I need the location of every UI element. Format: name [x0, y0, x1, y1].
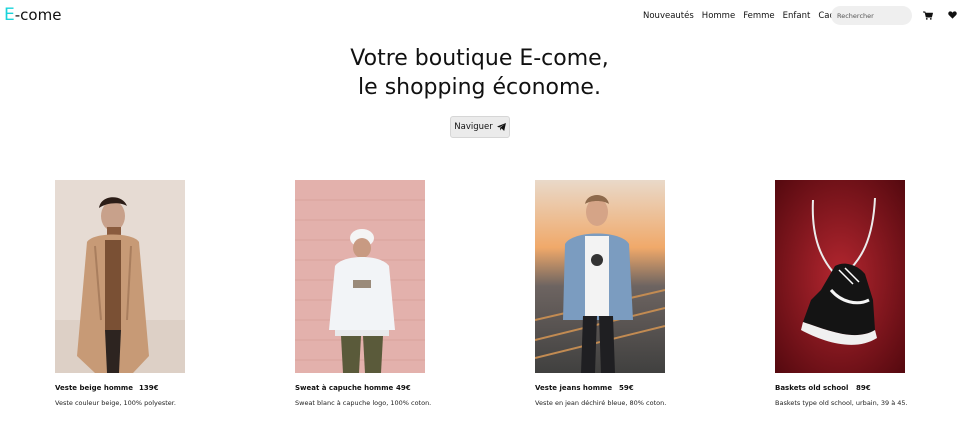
product-image-sneaker[interactable]	[775, 180, 905, 373]
brand-logo-accent: E	[4, 5, 15, 25]
product-card[interactable]: Sweat à capuche homme 49€ Sweat blanc à …	[295, 180, 465, 407]
product-card[interactable]: Veste jeans homme 59€ Veste en jean déch…	[535, 180, 705, 407]
product-image-white-hoodie[interactable]	[295, 180, 425, 373]
nav-link-nouveautes[interactable]: Nouveautés	[643, 11, 694, 21]
product-image-beige-coat[interactable]	[55, 180, 185, 373]
product-name: Veste jeans homme	[535, 384, 613, 392]
product-name: Baskets old school	[775, 384, 849, 392]
product-price: 139€	[139, 384, 159, 392]
nav-link-homme[interactable]: Homme	[702, 11, 735, 21]
product-info-row: Baskets old school 89€	[775, 384, 945, 392]
brand-logo-text: -come	[14, 6, 62, 24]
product-name: Veste beige homme	[55, 384, 133, 392]
product-info-row: Veste jeans homme 59€	[535, 384, 705, 392]
brand-logo[interactable]: E-come	[4, 5, 61, 25]
navigate-button-label: Naviguer	[454, 122, 493, 132]
product-info-row: Sweat à capuche homme 49€	[295, 384, 465, 392]
paper-plane-icon	[496, 123, 506, 131]
hero-title-line-1: Votre boutique E-come,	[350, 46, 609, 71]
product-name: Sweat à capuche homme	[295, 384, 394, 392]
nav-link-femme[interactable]: Femme	[743, 11, 774, 21]
main-nav: Nouveautés Homme Femme Enfant Cadeaux	[643, 11, 856, 21]
navigate-button[interactable]: Naviguer	[450, 116, 510, 138]
cart-icon[interactable]	[922, 9, 934, 21]
product-grid: Veste beige homme 139€ Veste couleur bei…	[0, 180, 959, 420]
product-description: Veste en jean déchiré bleue, 80% coton.	[535, 399, 667, 407]
heart-icon[interactable]	[946, 9, 958, 21]
product-price: 89€	[856, 384, 871, 392]
product-price: 49€	[396, 384, 411, 392]
product-price: 59€	[619, 384, 634, 392]
product-description: Baskets type old school, urbain, 39 à 45…	[775, 399, 908, 407]
product-card[interactable]: Baskets old school 89€ Baskets type old …	[775, 180, 945, 407]
hero-title-line-2: le shopping économe.	[358, 75, 601, 100]
product-image-denim-jacket[interactable]	[535, 180, 665, 373]
product-card[interactable]: Veste beige homme 139€ Veste couleur bei…	[55, 180, 225, 407]
product-description: Veste couleur beige, 100% polyester.	[55, 399, 176, 407]
search-input[interactable]	[831, 6, 912, 25]
hero-section: Votre boutique E-come, le shopping écono…	[0, 44, 959, 138]
navbar: E-come Nouveautés Homme Femme Enfant Cad…	[0, 0, 959, 32]
nav-link-enfant[interactable]: Enfant	[783, 11, 811, 21]
hero-title: Votre boutique E-come, le shopping écono…	[0, 44, 959, 102]
product-description: Sweat blanc à capuche logo, 100% coton.	[295, 399, 432, 407]
product-info-row: Veste beige homme 139€	[55, 384, 225, 392]
